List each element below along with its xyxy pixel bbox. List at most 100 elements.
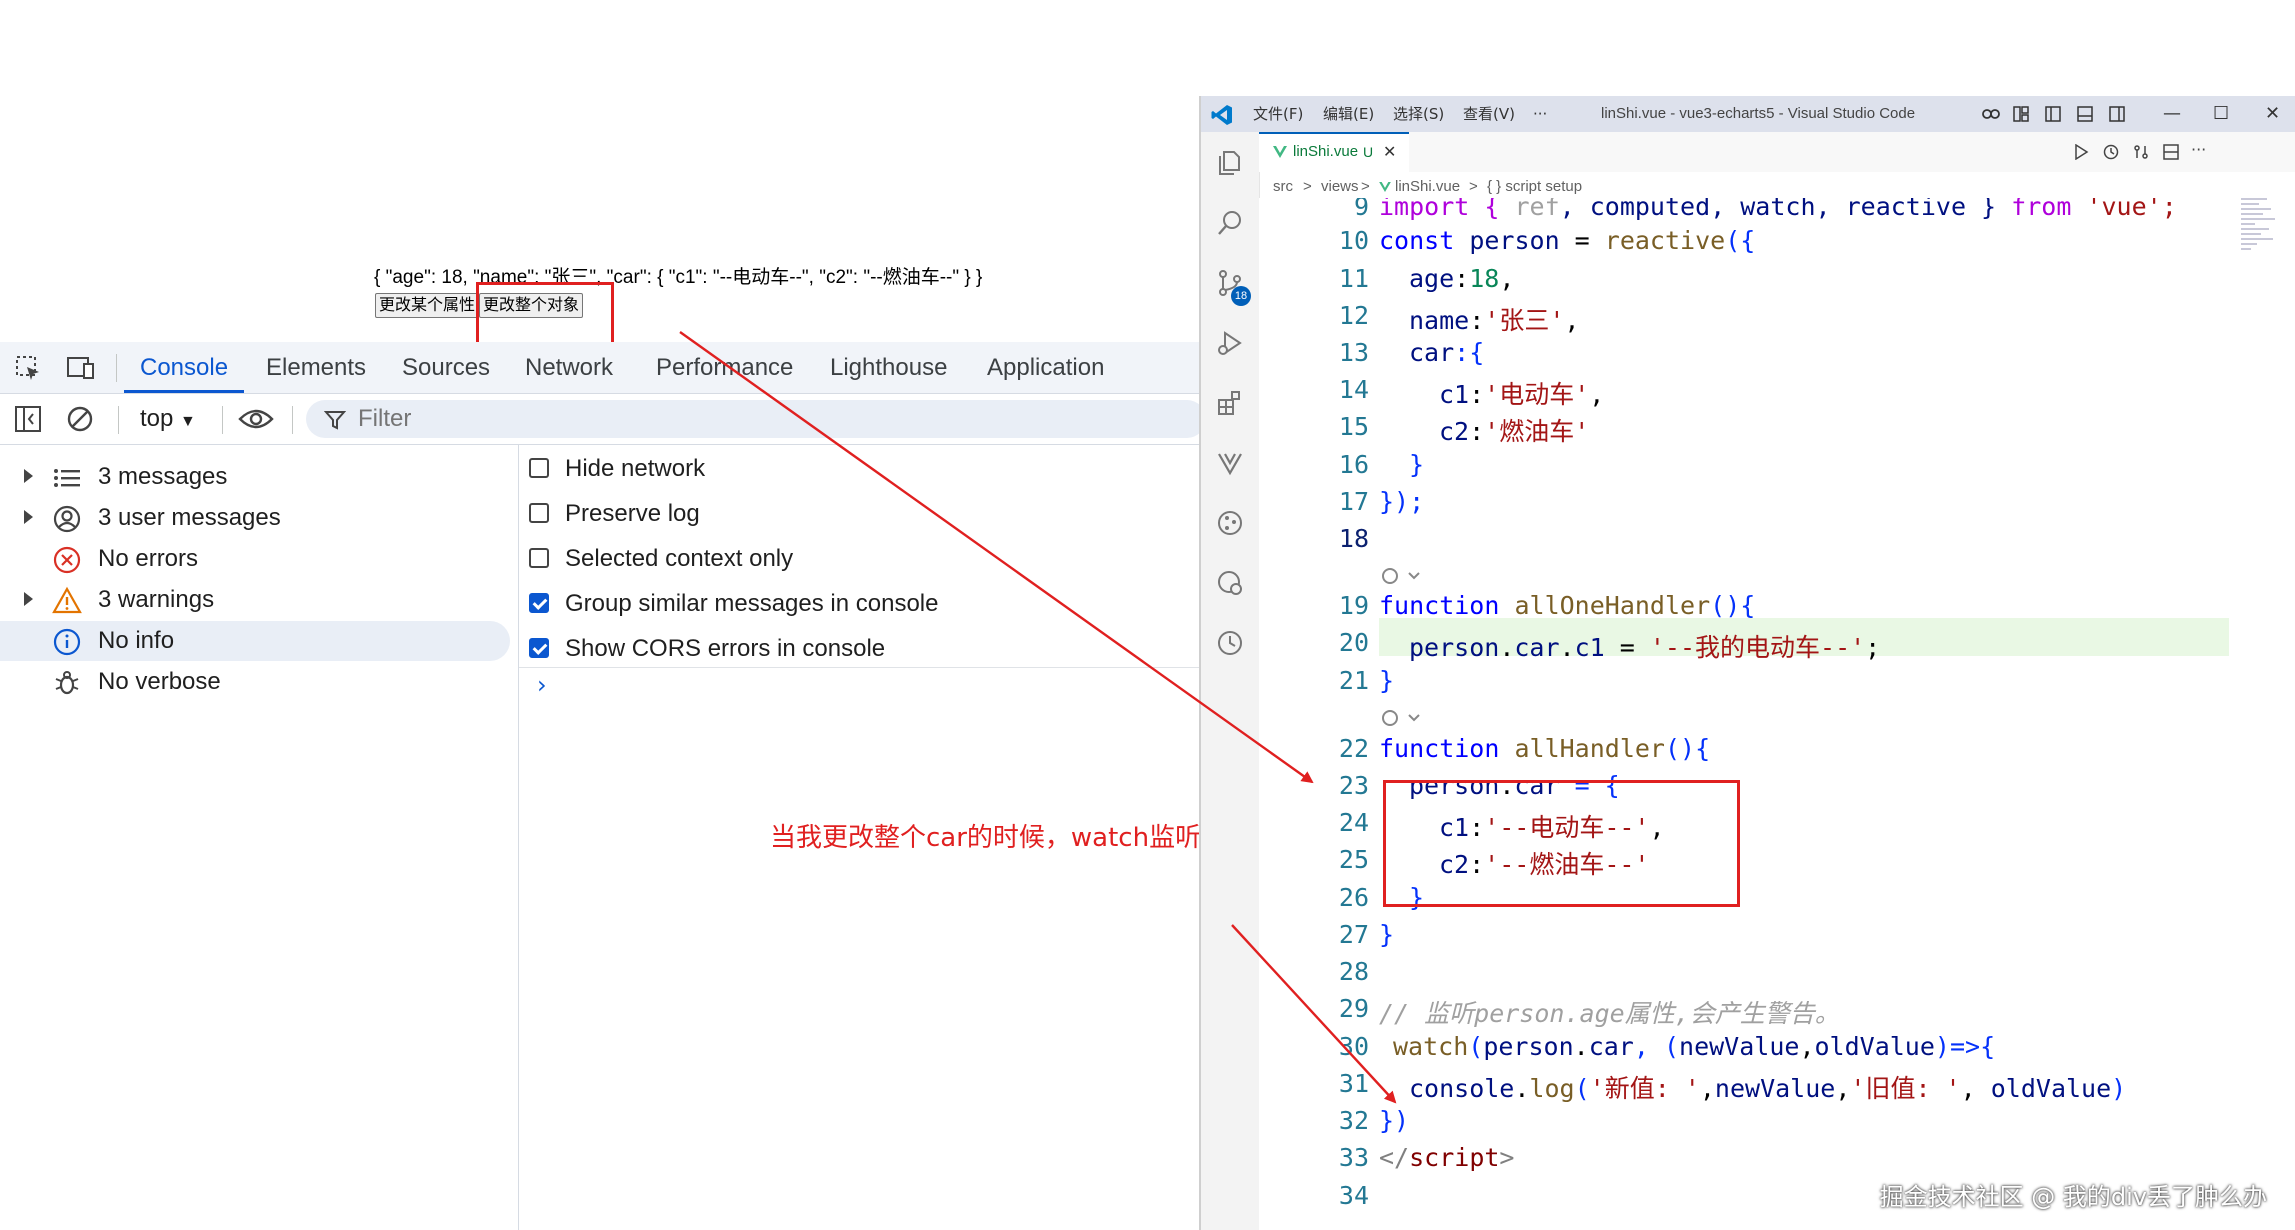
line-number: 27 xyxy=(1338,920,1369,949)
breadcrumb-item[interactable]: { } script setup xyxy=(1487,176,1582,198)
breadcrumb-separator: > xyxy=(1361,178,1370,195)
breadcrumb-item[interactable]: views xyxy=(1321,176,1359,198)
close-tab-icon[interactable]: ✕ xyxy=(1383,134,1396,170)
tab-application[interactable]: Application xyxy=(987,342,1104,393)
sidebar-item-label: No info xyxy=(98,627,175,654)
filter-input[interactable] xyxy=(358,400,758,438)
code-line: watch(person.car, (newValue,oldValue)=>{ xyxy=(1393,1032,1996,1061)
menu-file[interactable]: 文件(F) xyxy=(1253,96,1303,132)
devtools-panel: Console Elements Sources Network Perform… xyxy=(0,342,1206,1230)
menu-more[interactable]: ··· xyxy=(1533,96,1547,132)
expand-arrow-icon[interactable] xyxy=(24,469,33,483)
line-number: 25 xyxy=(1338,845,1369,874)
console-toolbar: top ▼ xyxy=(0,394,1206,447)
code-line: const person = reactive({ xyxy=(1379,226,1756,255)
run-debug-icon[interactable] xyxy=(1215,328,1245,358)
git-graph-icon[interactable] xyxy=(1215,508,1245,538)
close-window-button[interactable]: ✕ xyxy=(2265,96,2280,132)
inspect-element-icon[interactable] xyxy=(14,354,42,382)
run-icon[interactable] xyxy=(2073,144,2089,160)
list-icon xyxy=(54,469,80,487)
sidebar-item-errors[interactable]: No errors xyxy=(0,539,510,579)
menu-selection[interactable]: 选择(S) xyxy=(1393,96,1444,132)
line-number: 21 xyxy=(1338,666,1369,695)
tab-performance[interactable]: Performance xyxy=(656,342,793,393)
device-toolbar-icon[interactable] xyxy=(66,354,96,382)
minimize-button[interactable]: — xyxy=(2163,96,2181,132)
untracked-badge: U xyxy=(1363,144,1374,160)
copilot-icon[interactable] xyxy=(1981,105,2001,123)
tab-lighthouse[interactable]: Lighthouse xyxy=(830,342,947,393)
eye-icon[interactable] xyxy=(238,407,274,431)
timeline-icon[interactable] xyxy=(1215,628,1245,658)
code-line: } xyxy=(1379,920,1395,949)
console-divider xyxy=(519,667,1200,668)
line-number: 34 xyxy=(1338,1181,1369,1210)
layout-customize-icon[interactable] xyxy=(2013,106,2029,122)
code-line: age:18, xyxy=(1409,264,1515,293)
console-prompt[interactable]: › xyxy=(537,671,547,699)
line-number: 31 xyxy=(1338,1069,1369,1098)
menu-view[interactable]: 查看(V) xyxy=(1463,96,1515,132)
setting-label: Preserve log xyxy=(565,500,700,527)
toggle-sidebar-icon[interactable] xyxy=(2045,106,2061,122)
line-number: 12 xyxy=(1338,301,1369,330)
checkbox-checked[interactable] xyxy=(529,593,549,613)
expand-arrow-icon[interactable] xyxy=(24,592,33,606)
checkbox[interactable] xyxy=(529,458,549,478)
vscode-titlebar: 文件(F) 编辑(E) 选择(S) 查看(V) ··· linShi.vue -… xyxy=(1201,96,2295,132)
code-editor[interactable]: 9 10 11 12 13 14 15 16 17 18 19 20 21 22… xyxy=(1259,198,2295,1230)
sidebar-item-user-messages[interactable]: 3 user messages xyxy=(0,498,510,538)
vue-extension-icon[interactable] xyxy=(1215,448,1245,478)
sidebar-item-info[interactable]: No info xyxy=(0,621,510,661)
line-number: 23 xyxy=(1338,771,1369,800)
line-number: 16 xyxy=(1338,450,1369,479)
checkbox-checked[interactable] xyxy=(529,638,549,658)
line-number: 33 xyxy=(1338,1143,1369,1172)
line-number: 17 xyxy=(1338,487,1369,516)
change-attribute-button[interactable]: 更改某个属性 xyxy=(375,293,480,318)
tab-network[interactable]: Network xyxy=(525,342,613,393)
expand-arrow-icon[interactable] xyxy=(24,510,33,524)
clear-console-icon[interactable] xyxy=(66,405,94,433)
highlight-box-code xyxy=(1383,780,1740,907)
bug-icon xyxy=(55,671,79,695)
checkbox[interactable] xyxy=(529,503,549,523)
tab-elements[interactable]: Elements xyxy=(266,342,366,393)
checkbox[interactable] xyxy=(529,548,549,568)
setting-label: Group similar messages in console xyxy=(565,590,939,617)
sidebar-item-warnings[interactable]: 3 warnings xyxy=(0,580,510,620)
split-editor-icon[interactable] xyxy=(2163,144,2179,160)
minimap[interactable] xyxy=(2239,198,2294,318)
sidebar-toggle-icon[interactable] xyxy=(14,405,42,433)
code-line: person.car.c1 = '--我的电动车--'; xyxy=(1409,633,1881,662)
sidebar-item-verbose[interactable]: No verbose xyxy=(0,662,510,702)
menu-edit[interactable]: 编辑(E) xyxy=(1323,96,1374,132)
toggle-panel-icon[interactable] xyxy=(2077,106,2093,122)
tab-sources[interactable]: Sources xyxy=(402,342,490,393)
toggle-secondary-sidebar-icon[interactable] xyxy=(2109,106,2125,122)
explorer-icon[interactable] xyxy=(1215,148,1245,178)
context-selector[interactable]: top ▼ xyxy=(140,394,196,447)
codelens-icon[interactable] xyxy=(1381,706,1425,730)
sidebar-item-label: No verbose xyxy=(98,668,221,695)
sidebar-item-messages[interactable]: 3 messages xyxy=(0,457,510,497)
remote-explorer-icon[interactable] xyxy=(1215,568,1245,598)
filter-box[interactable] xyxy=(306,400,1206,438)
open-changes-icon[interactable] xyxy=(2133,144,2149,160)
breadcrumb-item[interactable]: linShi.vue xyxy=(1395,176,1460,198)
maximize-button[interactable]: ☐ xyxy=(2213,96,2229,132)
codelens-icon[interactable] xyxy=(1381,564,1425,588)
line-number: 11 xyxy=(1338,264,1369,293)
tab-console[interactable]: Console xyxy=(124,342,245,393)
line-number: 10 xyxy=(1338,226,1369,255)
more-actions-icon[interactable]: ··· xyxy=(2191,132,2206,168)
history-icon[interactable] xyxy=(2103,144,2119,160)
search-icon[interactable] xyxy=(1215,208,1245,238)
tab-linshi-vue[interactable]: linShi.vue U ✕ xyxy=(1259,132,1409,172)
sidebar-item-label: No errors xyxy=(98,545,199,572)
extensions-icon[interactable] xyxy=(1215,388,1245,418)
context-label: top xyxy=(140,405,174,432)
breadcrumb-item[interactable]: src xyxy=(1273,176,1293,198)
line-number: 26 xyxy=(1338,883,1369,912)
